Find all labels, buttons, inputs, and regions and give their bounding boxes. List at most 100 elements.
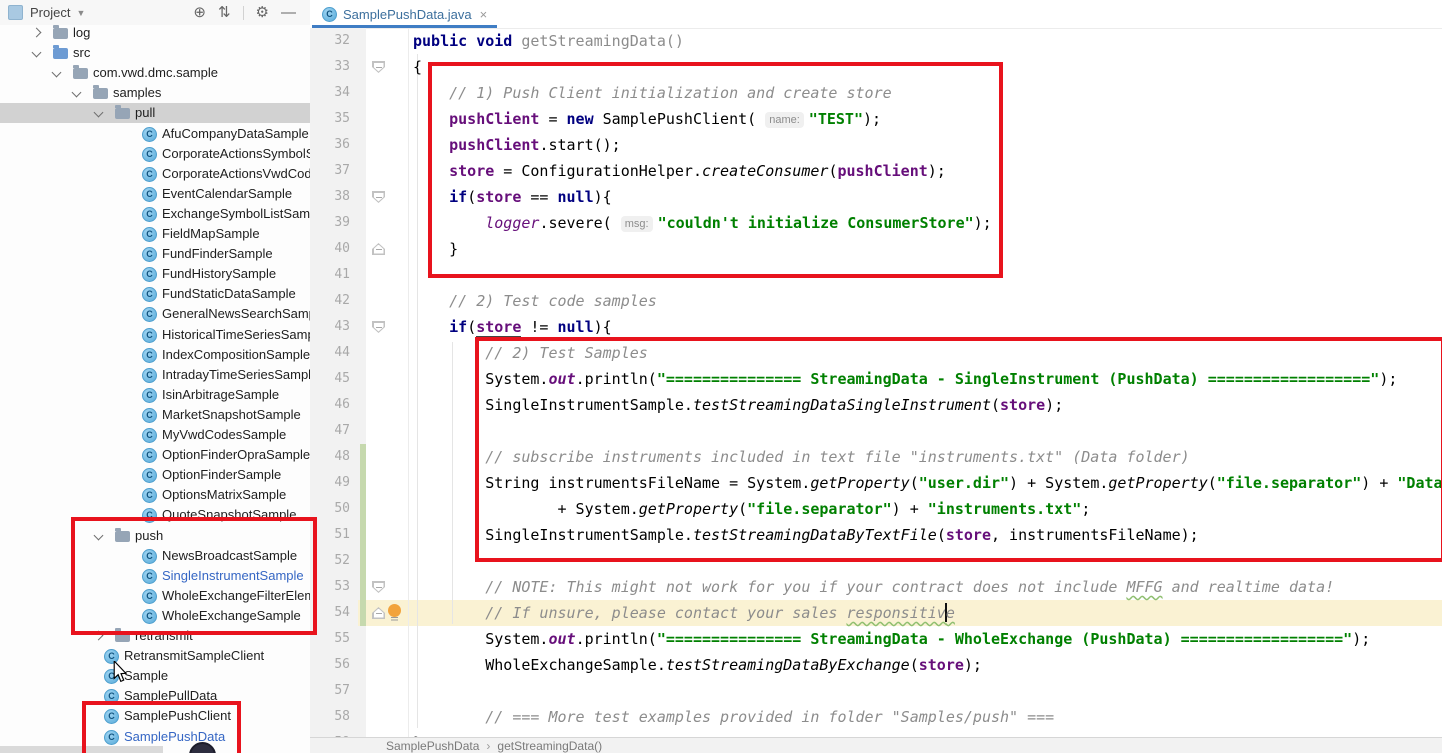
- tree-item-CorporateActionsSymbolSample[interactable]: CCorporateActionsSymbolSample: [0, 144, 310, 164]
- tree-item-FundHistorySample[interactable]: CFundHistorySample: [0, 264, 310, 284]
- chevron-down-icon[interactable]: [94, 530, 104, 540]
- tree-item-OptionFinderOpraSample[interactable]: COptionFinderOpraSample: [0, 445, 310, 465]
- class-icon: C: [142, 247, 157, 262]
- line-number: 49: [310, 470, 350, 496]
- tree-item-com.vwd.dmc.sample[interactable]: com.vwd.dmc.sample: [0, 63, 310, 83]
- line-number: 45: [310, 366, 350, 392]
- fold-start-icon[interactable]: [372, 581, 385, 593]
- breadcrumb-class[interactable]: SamplePushData: [386, 739, 479, 753]
- tree-item-SamplePushClient[interactable]: CSamplePushClient: [0, 706, 310, 726]
- code-line-58[interactable]: // === More test examples provided in fo…: [413, 704, 1054, 730]
- tree-item-AfuCompanyDataSample[interactable]: CAfuCompanyDataSample: [0, 124, 310, 144]
- code-line-39[interactable]: logger.severe( msg:"couldn't initialize …: [413, 210, 992, 236]
- code-line-34[interactable]: // 1) Push Client initialization and cre…: [413, 80, 892, 106]
- tree-item-retransmit[interactable]: retransmit: [0, 626, 310, 646]
- tree-item-MyVwdCodesSample[interactable]: CMyVwdCodesSample: [0, 425, 310, 445]
- code-line-55[interactable]: System.out.println("=============== Stre…: [413, 626, 1370, 652]
- tree-item-push[interactable]: push: [0, 526, 310, 546]
- class-icon: C: [142, 307, 157, 322]
- tree-item-SingleInstrumentSample[interactable]: CSingleInstrumentSample: [0, 566, 310, 586]
- code-line-49[interactable]: String instrumentsFileName = System.getP…: [413, 470, 1442, 496]
- tree-item-OptionFinderSample[interactable]: COptionFinderSample: [0, 465, 310, 485]
- tree-item-WholeExchangeSample[interactable]: CWholeExchangeSample: [0, 606, 310, 626]
- code-line-38[interactable]: if(store == null){: [413, 184, 612, 210]
- chevron-down-icon[interactable]: [94, 108, 104, 118]
- chevron-down-icon[interactable]: [52, 68, 62, 78]
- tree-item-QuoteSnapshotSample[interactable]: CQuoteSnapshotSample: [0, 505, 310, 525]
- tree-item-label: pull: [135, 105, 155, 120]
- tree-item-SamplePullData[interactable]: CSamplePullData: [0, 686, 310, 706]
- mouse-cursor-icon: [112, 661, 128, 683]
- tab-sample-push-data[interactable]: C SamplePushData.java ×: [312, 0, 497, 28]
- settings-icon[interactable]: ⚙: [256, 5, 269, 20]
- tree-item-label: src: [73, 45, 90, 60]
- tree-item-IndexCompositionSample[interactable]: CIndexCompositionSample: [0, 345, 310, 365]
- line-number: 58: [310, 704, 350, 730]
- tree-item-ExchangeSymbolListSample[interactable]: CExchangeSymbolListSample: [0, 204, 310, 224]
- tree-item-OptionsMatrixSample[interactable]: COptionsMatrixSample: [0, 485, 310, 505]
- code-line-32[interactable]: public void getStreamingData(): [413, 28, 684, 54]
- code-line-42[interactable]: // 2) Test code samples: [413, 288, 657, 314]
- tree-item-FieldMapSample[interactable]: CFieldMapSample: [0, 224, 310, 244]
- tree-item-GeneralNewsSearchSample[interactable]: CGeneralNewsSearchSample: [0, 304, 310, 324]
- chevron-down-icon[interactable]: [32, 48, 42, 58]
- ide-window: Project ▼ ⊕⇅⚙— logsrccom.vwd.dmc.samples…: [0, 0, 1442, 753]
- tree-item-CorporateActionsVwdCodeSample[interactable]: CCorporateActionsVwdCodeSample: [0, 164, 310, 184]
- tree-item-SamplePushData[interactable]: CSamplePushData: [0, 727, 310, 747]
- tree-item-EventCalendarSample[interactable]: CEventCalendarSample: [0, 184, 310, 204]
- close-tab-icon[interactable]: ×: [480, 7, 488, 22]
- code-line-45[interactable]: System.out.println("=============== Stre…: [413, 366, 1397, 392]
- locate-icon[interactable]: ⊕: [193, 5, 206, 20]
- fold-end-icon[interactable]: [372, 243, 385, 255]
- code-line-54[interactable]: // If unsure, please contact your sales …: [413, 600, 955, 626]
- code-line-33[interactable]: {: [413, 54, 422, 80]
- class-icon: C: [142, 267, 157, 282]
- tree-item-label: push: [135, 528, 163, 543]
- code-line-51[interactable]: SingleInstrumentSample.testStreamingData…: [413, 522, 1199, 548]
- chevron-right-icon[interactable]: [94, 631, 104, 641]
- code-line-44[interactable]: // 2) Test Samples: [413, 340, 648, 366]
- code-line-46[interactable]: SingleInstrumentSample.testStreamingData…: [413, 392, 1063, 418]
- tree-item-log[interactable]: log: [0, 23, 310, 43]
- tree-item-IsinArbitrageSample[interactable]: CIsinArbitrageSample: [0, 385, 310, 405]
- code-line-35[interactable]: pushClient = new SamplePushClient( name:…: [413, 106, 881, 132]
- tree-item-FundFinderSample[interactable]: CFundFinderSample: [0, 244, 310, 264]
- tree-item-FundStaticDataSample[interactable]: CFundStaticDataSample: [0, 284, 310, 304]
- chevron-right-icon[interactable]: [32, 28, 42, 38]
- tree-item-NewsBroadcastSample[interactable]: CNewsBroadcastSample: [0, 546, 310, 566]
- tree-item-HistoricalTimeSeriesSample[interactable]: CHistoricalTimeSeriesSample: [0, 325, 310, 345]
- tree-item-MarketSnapshotSample[interactable]: CMarketSnapshotSample: [0, 405, 310, 425]
- code-line-53[interactable]: // NOTE: This might not work for you if …: [413, 574, 1334, 600]
- code-line-36[interactable]: pushClient.start();: [413, 132, 621, 158]
- tree-item-IntradayTimeSeriesSample[interactable]: CIntradayTimeSeriesSample: [0, 365, 310, 385]
- chevron-down-icon[interactable]: ▼: [76, 8, 85, 18]
- code-line-37[interactable]: store = ConfigurationHelper.createConsum…: [413, 158, 946, 184]
- tree-item-RetransmitSampleClient[interactable]: CRetransmitSampleClient: [0, 646, 310, 666]
- code-line-43[interactable]: if(store != null){: [413, 314, 612, 340]
- collapse-all-icon[interactable]: ⇅: [218, 5, 231, 20]
- class-icon: C: [142, 127, 157, 142]
- breadcrumb-method[interactable]: getStreamingData(): [497, 739, 602, 753]
- intention-bulb-icon[interactable]: [388, 604, 401, 617]
- project-view-icon: [8, 5, 23, 20]
- editor-area: C SamplePushData.java × 32public void ge…: [310, 0, 1442, 753]
- project-panel-title[interactable]: Project: [30, 5, 70, 20]
- folder-icon: [115, 631, 130, 642]
- chevron-down-icon[interactable]: [72, 88, 82, 98]
- class-icon: C: [142, 448, 157, 463]
- code-line-50[interactable]: + System.getProperty("file.separator") +…: [413, 496, 1090, 522]
- line-number: 42: [310, 288, 350, 314]
- code-line-56[interactable]: WholeExchangeSample.testStreamingDataByE…: [413, 652, 982, 678]
- code-line-40[interactable]: }: [413, 236, 458, 262]
- tree-item-WholeExchangeFilterElementSample[interactable]: CWholeExchangeFilterElementSample: [0, 586, 310, 606]
- tree-item-samples[interactable]: samples: [0, 83, 310, 103]
- tree-item-Sample[interactable]: CSample: [0, 666, 310, 686]
- fold-start-icon[interactable]: [372, 321, 385, 333]
- fold-start-icon[interactable]: [372, 191, 385, 203]
- breadcrumb: SamplePushData › getStreamingData(): [310, 737, 1442, 753]
- code-line-48[interactable]: // subscribe instruments included in tex…: [413, 444, 1190, 470]
- tree-item-pull[interactable]: pull: [0, 103, 310, 123]
- fold-start-icon[interactable]: [372, 61, 385, 73]
- tree-item-src[interactable]: src: [0, 43, 310, 63]
- hide-panel-icon[interactable]: —: [281, 5, 296, 20]
